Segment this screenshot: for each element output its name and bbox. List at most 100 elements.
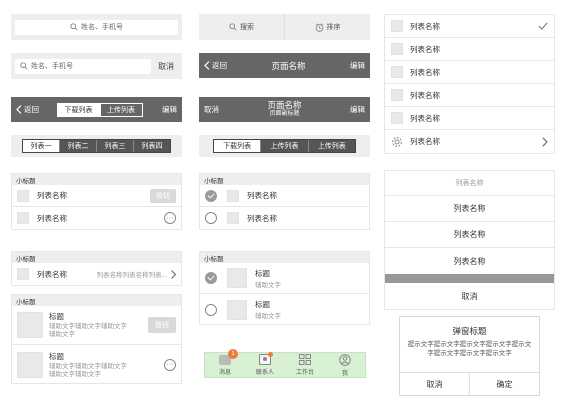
thumbnail — [17, 312, 43, 338]
filter-bar: 搜索 排序 — [199, 14, 370, 40]
thumbnail — [227, 189, 239, 202]
thumbnail — [391, 43, 403, 55]
edit-button[interactable]: 编辑 — [162, 104, 177, 115]
selection-list: 列表名称 列表名称 列表名称 列表名称 列表名称 列表名称 — [384, 14, 555, 154]
section-title: 小标题 — [200, 174, 369, 185]
action-sheet-item[interactable]: 列表名称 — [385, 222, 554, 248]
nav-item-me[interactable]: 我 — [325, 353, 365, 377]
list-item[interactable]: 列表名称 ··· — [12, 207, 181, 229]
thumbnail — [227, 212, 239, 224]
cancel-button[interactable]: 取消 — [400, 373, 470, 395]
thumbnail — [391, 66, 403, 78]
search-bar: 姓名、手机号 — [11, 14, 182, 40]
card-desc: 辅助文字辅助文字辅助文字辅助文字 — [49, 323, 127, 338]
more-icon[interactable]: ··· — [164, 358, 176, 371]
section-title: 小标题 — [12, 295, 181, 306]
list-item[interactable]: 列表名称 按钮 — [12, 185, 181, 207]
unchecked-radio-icon[interactable] — [205, 303, 217, 316]
tab-3[interactable]: 列表三 — [96, 140, 133, 152]
thumbnail — [227, 299, 247, 320]
check-icon — [538, 22, 548, 30]
search-icon — [229, 23, 237, 31]
contacts-icon — [259, 352, 273, 365]
tab-bar: 下载列表 上传列表 上传列表 — [199, 135, 370, 157]
thumbnail — [17, 212, 29, 224]
action-button[interactable]: 按钮 — [148, 317, 176, 333]
card-title: 标题 — [49, 312, 64, 321]
list-item-label: 列表名称 — [37, 213, 67, 223]
list-section: 小标题 列表名称 按钮 列表名称 ··· — [11, 173, 182, 230]
tab-2[interactable]: 列表二 — [59, 140, 96, 152]
checked-radio-icon[interactable] — [205, 272, 217, 284]
unchecked-radio-icon[interactable] — [205, 212, 217, 224]
tab-3[interactable]: 上传列表 — [307, 140, 355, 152]
page-title: 页面名称 — [271, 60, 306, 71]
back-button[interactable]: 返回 — [204, 60, 227, 71]
list-item[interactable]: 列表名称 — [385, 15, 554, 38]
search-placeholder: 姓名、手机号 — [31, 63, 73, 70]
more-icon[interactable]: ··· — [164, 212, 176, 224]
nav-bar: 返回 页面名称 编辑 — [199, 53, 370, 78]
dialog-title: 弹窗标题 — [452, 326, 487, 336]
list-item[interactable]: 列表名称 — [385, 84, 554, 107]
thumbnail — [17, 268, 29, 280]
tab-bar: 列表一 列表二 列表三 列表四 — [11, 135, 182, 157]
clock-icon — [315, 22, 323, 32]
list-item[interactable]: 标题 辅助文字 — [200, 294, 369, 325]
tab-download[interactable]: 下载列表 — [57, 103, 100, 116]
cancel-button[interactable]: 取消 — [204, 104, 219, 115]
chevron-right-icon — [171, 269, 176, 279]
back-button[interactable]: 返回 — [16, 104, 39, 115]
tab-1[interactable]: 下载列表 — [214, 140, 261, 152]
nav-item-workbench[interactable]: 工作台 — [285, 354, 325, 376]
list-item-label: 列表名称 — [37, 269, 67, 279]
list-item[interactable]: 列表名称 列表名称列表名称列表... — [12, 263, 181, 285]
sort-button[interactable]: 排序 — [285, 14, 370, 40]
section-title: 小标题 — [12, 174, 181, 185]
search-input[interactable]: 姓名、手机号 — [15, 58, 151, 74]
action-sheet-item[interactable]: 列表名称 — [385, 248, 554, 274]
nav-item-contacts[interactable]: 联系人 — [245, 352, 285, 376]
list-item-label: 列表名称 — [410, 137, 440, 146]
list-item[interactable]: 列表名称 — [385, 130, 554, 153]
card-item[interactable]: 标题 辅助文字辅助文字辅助文字辅助文字 按钮 — [12, 306, 181, 345]
tab-upload[interactable]: 上传列表 — [99, 103, 142, 116]
edit-button[interactable]: 编辑 — [350, 60, 365, 71]
tab-2[interactable]: 上传列表 — [260, 140, 308, 152]
list-item-label: 列表名称 — [247, 191, 277, 200]
list-item[interactable]: 列表名称 — [200, 185, 369, 207]
list-section: 小标题 标题 辅助文字辅助文字辅助文字辅助文字 按钮 标题 辅助文字辅助文字辅助… — [11, 294, 182, 384]
chevron-left-icon — [16, 105, 22, 114]
confirm-button[interactable]: 确定 — [470, 373, 539, 395]
divider — [385, 274, 554, 283]
list-item[interactable]: 标题 辅助文字 — [200, 263, 369, 294]
search-input[interactable]: 姓名、手机号 — [15, 19, 178, 35]
chevron-left-icon — [204, 61, 210, 70]
list-item[interactable]: 列表名称 — [385, 38, 554, 61]
cancel-button[interactable]: 取消 — [385, 283, 554, 309]
action-sheet: 列表名称 列表名称 列表名称 列表名称 取消 — [384, 170, 555, 310]
item-subtitle: 辅助文字 — [255, 313, 281, 320]
nav-item-messages[interactable]: 1 消息 — [205, 348, 245, 376]
list-item[interactable]: 列表名称 — [385, 107, 554, 130]
action-button[interactable]: 按钮 — [150, 188, 176, 203]
tab-1[interactable]: 列表一 — [23, 140, 59, 152]
list-item[interactable]: 列表名称 — [385, 61, 554, 84]
list-section: 小标题 列表名称 列表名称 — [199, 173, 370, 230]
card-item[interactable]: 标题 辅助文字辅助文字辅助文字辅助文字辅助文字 ··· — [12, 345, 181, 384]
list-item-label: 列表名称 — [410, 90, 440, 100]
list-item-value: 列表名称列表名称列表... — [96, 272, 167, 279]
search-button[interactable]: 搜索 — [199, 14, 285, 40]
card-desc: 辅助文字辅助文字辅助文字辅助文字辅助文字 — [49, 362, 127, 378]
action-sheet-item[interactable]: 列表名称 — [385, 196, 554, 222]
cancel-button[interactable]: 取消 — [158, 61, 174, 72]
tab-4[interactable]: 列表四 — [133, 140, 170, 152]
edit-button[interactable]: 编辑 — [350, 104, 365, 115]
segmented-tabs: 列表一 列表二 列表三 列表四 — [22, 139, 171, 153]
checked-radio-icon[interactable] — [205, 189, 217, 202]
search-placeholder: 姓名、手机号 — [81, 24, 123, 31]
grid-icon — [299, 354, 311, 365]
dialog-text: 提示文字提示文字提示文字提示文字提示文字提示文字提示文字提示文字 — [407, 341, 532, 357]
search-bar-active: 姓名、手机号 取消 — [11, 53, 182, 79]
list-item[interactable]: 列表名称 — [200, 207, 369, 229]
